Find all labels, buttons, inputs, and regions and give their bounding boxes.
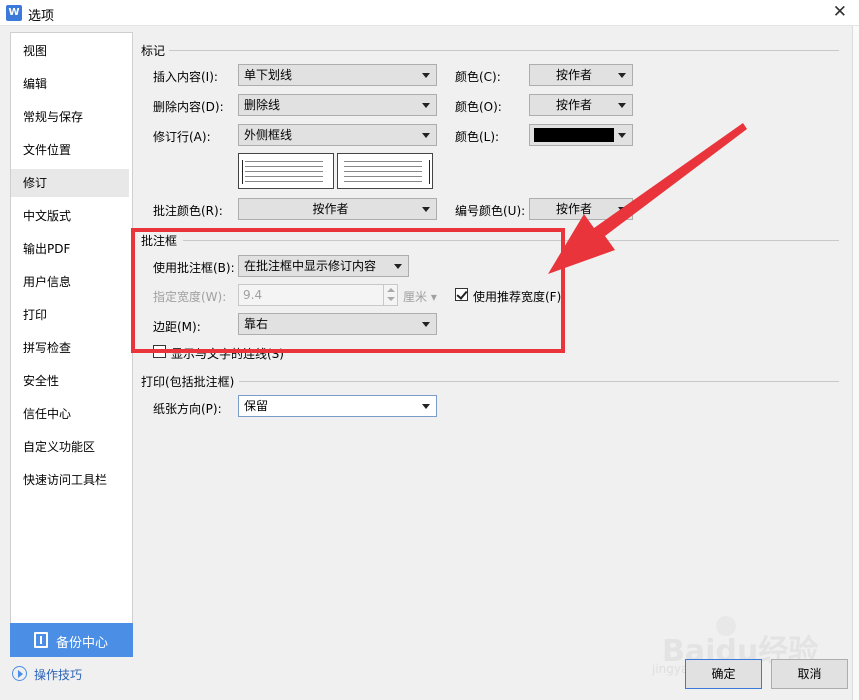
sidebar-item-print[interactable]: 打印 [11,301,129,329]
width-label: 指定宽度(W): [153,290,227,304]
width-stepper[interactable]: 9.4 [238,284,398,306]
insert-style-dropdown[interactable]: 单下划线 [238,64,437,86]
insert-color-value: 按作者 [555,68,592,82]
delete-style-value: 删除线 [244,98,281,112]
number-color-dropdown[interactable]: 按作者 [529,198,633,220]
show-lines-checkbox[interactable] [153,345,166,358]
chevron-down-icon [422,207,430,212]
orientation-value: 保留 [244,399,269,413]
chevron-down-icon [618,103,626,108]
line-color-dropdown[interactable] [529,124,633,146]
recommend-width-label: 使用推荐宽度(F) [473,290,562,304]
number-color-value: 按作者 [555,202,592,216]
chevron-down-icon [618,73,626,78]
backup-center-label: 备份中心 [56,636,109,651]
app-icon: W [6,5,22,21]
sidebar-item-general-save[interactable]: 常规与保存 [11,103,129,131]
print-divider [239,381,839,382]
revision-line-value: 外侧框线 [244,128,293,142]
show-lines-label: 显示与文字的连线(S) [171,347,284,361]
insert-style-value: 单下划线 [244,68,293,82]
insert-color-dropdown[interactable]: 按作者 [529,64,633,86]
chevron-down-icon [618,207,626,212]
delete-label: 删除内容(D): [153,100,224,114]
options-sidebar: 视图 编辑 常规与保存 文件位置 修订 中文版式 输出PDF 用户信息 打印 拼… [10,32,133,657]
delete-color-label: 颜色(O): [455,100,502,114]
balloons-divider [183,240,839,241]
markup-divider [169,50,839,51]
title-bar: W 选项 ✕ [0,0,859,26]
orientation-dropdown[interactable]: 保留 [238,395,437,417]
chevron-down-icon [618,133,626,138]
recommend-width-checkbox[interactable] [455,288,468,301]
sidebar-item-security[interactable]: 安全性 [11,367,129,395]
window-title: 选项 [28,9,55,24]
insert-label: 插入内容(I): [153,70,218,84]
width-value: 9.4 [243,288,263,302]
markup-section-title: 标记 [141,44,166,58]
close-icon[interactable]: ✕ [833,2,847,22]
width-unit-value: 厘米 [403,290,428,304]
sidebar-item-file-location[interactable]: 文件位置 [11,136,129,164]
chevron-down-icon [422,322,430,327]
sidebar-item-trust-center[interactable]: 信任中心 [11,400,129,428]
tips-label: 操作技巧 [34,668,83,682]
cancel-button[interactable]: 取消 [771,659,848,689]
print-section-title: 打印(包括批注框) [141,375,235,389]
orientation-label: 纸张方向(P): [153,402,222,416]
chevron-down-icon [422,103,430,108]
insert-color-label: 颜色(C): [455,70,501,84]
use-balloons-value: 在批注框中显示修订内容 [244,259,377,273]
spin-arrows-icon[interactable] [383,285,397,305]
margin-dropdown[interactable]: 靠右 [238,313,437,335]
color-swatch [534,128,614,142]
backup-icon [34,632,48,648]
revision-line-label: 修订行(A): [153,130,211,144]
comment-color-value: 按作者 [312,202,349,216]
sidebar-item-custom-ribbon[interactable]: 自定义功能区 [11,433,129,461]
delete-color-dropdown[interactable]: 按作者 [529,94,633,116]
play-circle-icon [12,666,27,681]
sidebar-item-export-pdf[interactable]: 输出PDF [11,235,129,263]
balloons-section-title: 批注框 [141,234,178,248]
chevron-down-icon [394,264,402,269]
sidebar-item-revision[interactable]: 修订 [11,169,129,197]
ok-button[interactable]: 确定 [685,659,762,689]
chevron-down-icon [422,133,430,138]
margin-value: 靠右 [244,317,269,331]
sidebar-item-quick-access[interactable]: 快速访问工具栏 [11,466,129,494]
delete-color-value: 按作者 [555,98,592,112]
chevron-down-icon [422,404,430,409]
revision-settings-panel: 标记 插入内容(I): 单下划线 颜色(C): 按作者 删除内容(D): 删除线… [133,32,849,657]
revision-preview-right [337,153,433,189]
sidebar-item-spellcheck[interactable]: 拼写检查 [11,334,129,362]
backup-center-button[interactable]: 备份中心 [10,623,133,657]
width-unit-dropdown[interactable]: 厘米 ▾ [403,288,437,305]
sidebar-item-edit[interactable]: 编辑 [11,70,129,98]
chevron-down-icon [422,73,430,78]
use-balloons-label: 使用批注框(B): [153,261,235,275]
number-color-label: 编号颜色(U): [455,204,526,218]
comment-color-label: 批注颜色(R): [153,204,223,218]
sidebar-item-chinese-layout[interactable]: 中文版式 [11,202,129,230]
delete-style-dropdown[interactable]: 删除线 [238,94,437,116]
margin-label: 边距(M): [153,320,201,334]
revision-line-dropdown[interactable]: 外侧框线 [238,124,437,146]
revision-preview-left [238,153,334,189]
use-balloons-dropdown[interactable]: 在批注框中显示修订内容 [238,255,409,277]
sidebar-item-view[interactable]: 视图 [11,37,129,65]
background-window-edge [852,26,859,700]
comment-color-dropdown[interactable]: 按作者 [238,198,437,220]
sidebar-item-user-info[interactable]: 用户信息 [11,268,129,296]
line-color-label: 颜色(L): [455,130,500,144]
